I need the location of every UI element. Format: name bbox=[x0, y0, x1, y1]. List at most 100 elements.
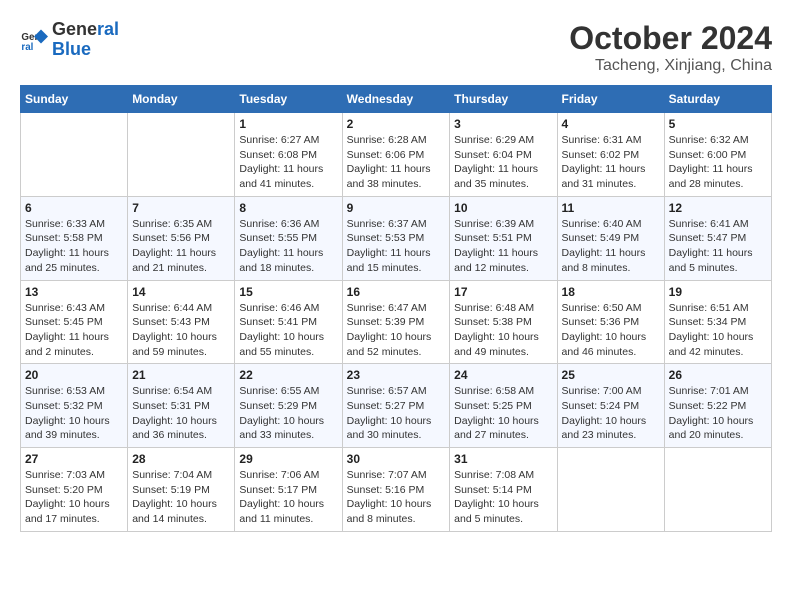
calendar-cell: 27 Sunrise: 7:03 AMSunset: 5:20 PMDayligh… bbox=[21, 448, 128, 532]
calendar-cell: 25 Sunrise: 7:00 AMSunset: 5:24 PMDayligh… bbox=[557, 364, 664, 448]
calendar-header-row: SundayMondayTuesdayWednesdayThursdayFrid… bbox=[21, 86, 772, 113]
day-number: 21 bbox=[132, 368, 230, 382]
day-number: 9 bbox=[347, 201, 446, 215]
day-info: Sunrise: 6:40 AMSunset: 5:49 PMDaylight:… bbox=[562, 217, 660, 276]
calendar-cell: 5 Sunrise: 6:32 AMSunset: 6:00 PMDaylight… bbox=[664, 113, 771, 197]
day-number: 1 bbox=[239, 117, 337, 131]
day-number: 15 bbox=[239, 285, 337, 299]
day-info: Sunrise: 6:57 AMSunset: 5:27 PMDaylight:… bbox=[347, 384, 446, 443]
day-info: Sunrise: 6:58 AMSunset: 5:25 PMDaylight:… bbox=[454, 384, 552, 443]
calendar-cell: 10 Sunrise: 6:39 AMSunset: 5:51 PMDayligh… bbox=[450, 196, 557, 280]
col-header-thursday: Thursday bbox=[450, 86, 557, 113]
day-info: Sunrise: 6:44 AMSunset: 5:43 PMDaylight:… bbox=[132, 301, 230, 360]
col-header-friday: Friday bbox=[557, 86, 664, 113]
calendar-cell: 16Sunrise: 6:47 AMSunset: 5:39 PMDayligh… bbox=[342, 280, 450, 364]
day-info: Sunrise: 7:08 AMSunset: 5:14 PMDaylight:… bbox=[454, 468, 552, 527]
calendar-cell bbox=[664, 448, 771, 532]
day-info: Sunrise: 6:36 AMSunset: 5:55 PMDaylight:… bbox=[239, 217, 337, 276]
day-number: 13 bbox=[25, 285, 123, 299]
month-title: October 2024 bbox=[569, 20, 772, 57]
location-subtitle: Tacheng, Xinjiang, China bbox=[569, 57, 772, 75]
day-number: 14 bbox=[132, 285, 230, 299]
day-info: Sunrise: 6:47 AMSunset: 5:39 PMDaylight:… bbox=[347, 301, 446, 360]
day-info: Sunrise: 7:01 AMSunset: 5:22 PMDaylight:… bbox=[669, 384, 767, 443]
calendar-cell: 13 Sunrise: 6:43 AMSunset: 5:45 PMDayligh… bbox=[21, 280, 128, 364]
day-number: 23 bbox=[347, 368, 446, 382]
day-info: Sunrise: 6:55 AMSunset: 5:29 PMDaylight:… bbox=[239, 384, 337, 443]
day-info: Sunrise: 6:41 AMSunset: 5:47 PMDaylight:… bbox=[669, 217, 767, 276]
day-number: 31 bbox=[454, 452, 552, 466]
title-block: October 2024 Tacheng, Xinjiang, China bbox=[569, 20, 772, 75]
day-info: Sunrise: 6:37 AMSunset: 5:53 PMDaylight:… bbox=[347, 217, 446, 276]
calendar-week-row: 20Sunrise: 6:53 AMSunset: 5:32 PMDayligh… bbox=[21, 364, 772, 448]
calendar-table: SundayMondayTuesdayWednesdayThursdayFrid… bbox=[20, 85, 772, 532]
day-info: Sunrise: 7:03 AMSunset: 5:20 PMDaylight:… bbox=[25, 468, 123, 527]
day-number: 27 bbox=[25, 452, 123, 466]
calendar-cell: 6Sunrise: 6:33 AMSunset: 5:58 PMDaylight… bbox=[21, 196, 128, 280]
calendar-cell: 15Sunrise: 6:46 AMSunset: 5:41 PMDayligh… bbox=[235, 280, 342, 364]
day-info: Sunrise: 6:28 AMSunset: 6:06 PMDaylight:… bbox=[347, 133, 446, 192]
calendar-cell: 18 Sunrise: 6:50 AMSunset: 5:36 PMDayligh… bbox=[557, 280, 664, 364]
day-number: 8 bbox=[239, 201, 337, 215]
calendar-cell: 8 Sunrise: 6:36 AMSunset: 5:55 PMDaylight… bbox=[235, 196, 342, 280]
day-number: 18 bbox=[562, 285, 660, 299]
day-number: 4 bbox=[562, 117, 660, 131]
day-info: Sunrise: 6:51 AMSunset: 5:34 PMDaylight:… bbox=[669, 301, 767, 360]
day-info: Sunrise: 6:27 AMSunset: 6:08 PMDaylight:… bbox=[239, 133, 337, 192]
col-header-wednesday: Wednesday bbox=[342, 86, 450, 113]
day-info: Sunrise: 6:53 AMSunset: 5:32 PMDaylight:… bbox=[25, 384, 123, 443]
day-number: 2 bbox=[347, 117, 446, 131]
calendar-cell: 26 Sunrise: 7:01 AMSunset: 5:22 PMDayligh… bbox=[664, 364, 771, 448]
calendar-cell: 9 Sunrise: 6:37 AMSunset: 5:53 PMDaylight… bbox=[342, 196, 450, 280]
calendar-cell: 21Sunrise: 6:54 AMSunset: 5:31 PMDayligh… bbox=[128, 364, 235, 448]
calendar-cell: 29Sunrise: 7:06 AMSunset: 5:17 PMDayligh… bbox=[235, 448, 342, 532]
calendar-cell: 20Sunrise: 6:53 AMSunset: 5:32 PMDayligh… bbox=[21, 364, 128, 448]
calendar-cell bbox=[557, 448, 664, 532]
day-number: 5 bbox=[669, 117, 767, 131]
logo: Gene ral General Blue bbox=[20, 20, 119, 60]
day-info: Sunrise: 7:04 AMSunset: 5:19 PMDaylight:… bbox=[132, 468, 230, 527]
day-info: Sunrise: 7:06 AMSunset: 5:17 PMDaylight:… bbox=[239, 468, 337, 527]
day-number: 25 bbox=[562, 368, 660, 382]
calendar-week-row: 13 Sunrise: 6:43 AMSunset: 5:45 PMDayligh… bbox=[21, 280, 772, 364]
calendar-week-row: 1 Sunrise: 6:27 AMSunset: 6:08 PMDaylight… bbox=[21, 113, 772, 197]
day-info: Sunrise: 7:00 AMSunset: 5:24 PMDaylight:… bbox=[562, 384, 660, 443]
calendar-cell bbox=[21, 113, 128, 197]
calendar-cell bbox=[128, 113, 235, 197]
day-info: Sunrise: 6:43 AMSunset: 5:45 PMDaylight:… bbox=[25, 301, 123, 360]
day-number: 12 bbox=[669, 201, 767, 215]
day-number: 26 bbox=[669, 368, 767, 382]
page-header: Gene ral General Blue October 2024 Tache… bbox=[20, 20, 772, 75]
calendar-cell: 1 Sunrise: 6:27 AMSunset: 6:08 PMDaylight… bbox=[235, 113, 342, 197]
day-info: Sunrise: 6:29 AMSunset: 6:04 PMDaylight:… bbox=[454, 133, 552, 192]
day-number: 7 bbox=[132, 201, 230, 215]
day-info: Sunrise: 6:31 AMSunset: 6:02 PMDaylight:… bbox=[562, 133, 660, 192]
calendar-cell: 11Sunrise: 6:40 AMSunset: 5:49 PMDayligh… bbox=[557, 196, 664, 280]
day-info: Sunrise: 6:39 AMSunset: 5:51 PMDaylight:… bbox=[454, 217, 552, 276]
calendar-cell: 3Sunrise: 6:29 AMSunset: 6:04 PMDaylight… bbox=[450, 113, 557, 197]
calendar-week-row: 27 Sunrise: 7:03 AMSunset: 5:20 PMDayligh… bbox=[21, 448, 772, 532]
logo-icon: Gene ral bbox=[20, 26, 48, 54]
svg-text:ral: ral bbox=[21, 42, 33, 53]
day-number: 6 bbox=[25, 201, 123, 215]
day-info: Sunrise: 6:32 AMSunset: 6:00 PMDaylight:… bbox=[669, 133, 767, 192]
calendar-cell: 31 Sunrise: 7:08 AMSunset: 5:14 PMDayligh… bbox=[450, 448, 557, 532]
day-info: Sunrise: 6:48 AMSunset: 5:38 PMDaylight:… bbox=[454, 301, 552, 360]
day-number: 30 bbox=[347, 452, 446, 466]
day-number: 19 bbox=[669, 285, 767, 299]
day-info: Sunrise: 6:35 AMSunset: 5:56 PMDaylight:… bbox=[132, 217, 230, 276]
day-number: 28 bbox=[132, 452, 230, 466]
calendar-cell: 2 Sunrise: 6:28 AMSunset: 6:06 PMDaylight… bbox=[342, 113, 450, 197]
day-number: 24 bbox=[454, 368, 552, 382]
day-info: Sunrise: 6:50 AMSunset: 5:36 PMDaylight:… bbox=[562, 301, 660, 360]
col-header-saturday: Saturday bbox=[664, 86, 771, 113]
col-header-tuesday: Tuesday bbox=[235, 86, 342, 113]
logo-text: General Blue bbox=[52, 20, 119, 60]
calendar-cell: 19 Sunrise: 6:51 AMSunset: 5:34 PMDayligh… bbox=[664, 280, 771, 364]
calendar-cell: 23 Sunrise: 6:57 AMSunset: 5:27 PMDayligh… bbox=[342, 364, 450, 448]
calendar-cell: 12 Sunrise: 6:41 AMSunset: 5:47 PMDayligh… bbox=[664, 196, 771, 280]
calendar-cell: 28 Sunrise: 7:04 AMSunset: 5:19 PMDayligh… bbox=[128, 448, 235, 532]
day-number: 10 bbox=[454, 201, 552, 215]
calendar-cell: 30Sunrise: 7:07 AMSunset: 5:16 PMDayligh… bbox=[342, 448, 450, 532]
day-number: 17 bbox=[454, 285, 552, 299]
